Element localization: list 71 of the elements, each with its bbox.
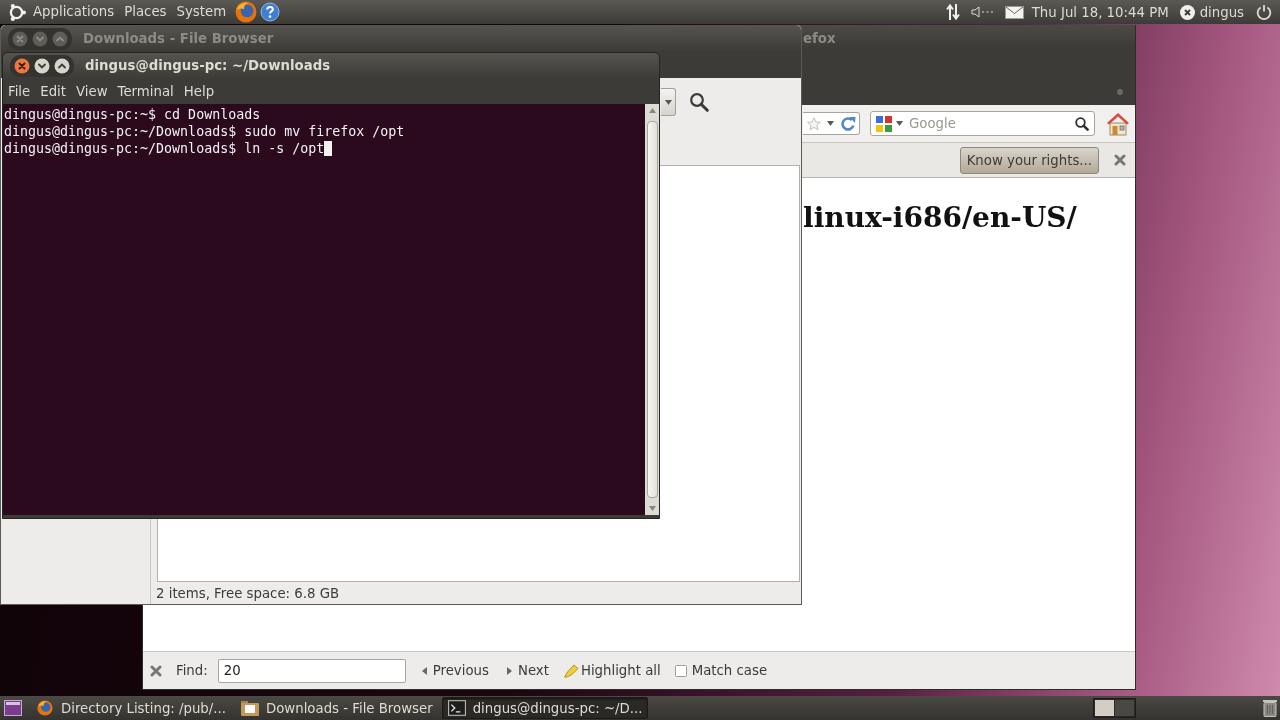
firefox-icon [36, 700, 54, 716]
workspace-tile[interactable] [1115, 700, 1134, 716]
search-icon[interactable] [689, 92, 709, 112]
user-name[interactable]: dingus [1199, 4, 1244, 20]
grip-dot-icon [1117, 89, 1123, 95]
checkbox-label[interactable]: Match case [691, 663, 768, 678]
know-your-rights-button[interactable]: Know your rights... [959, 146, 1099, 174]
match-case-checkbox[interactable] [674, 664, 687, 677]
clock[interactable]: Thu Jul 18, 10:44 PM [1031, 4, 1169, 20]
minimize-button[interactable] [34, 58, 50, 74]
scrollbar-thumb[interactable] [646, 121, 658, 498]
window-title: Downloads - File Browser [83, 30, 274, 47]
show-desktop-icon[interactable] [4, 700, 22, 716]
right-triangle-icon [506, 666, 512, 675]
left-triangle-icon [421, 666, 427, 675]
help-icon[interactable] [260, 2, 281, 22]
terminal-line: dingus@dingus-pc:~$ cd Downloads [4, 106, 261, 123]
terminal-line: dingus@dingus-pc:~/Downloads$ sudo mv firefox /opt [4, 123, 405, 140]
next-button[interactable]: Next [504, 658, 551, 683]
ubuntu-logo-icon[interactable] [7, 2, 26, 22]
reload-icon[interactable] [840, 115, 856, 132]
caret-icon[interactable] [827, 121, 834, 126]
page-heading: linux-i686/en-US/ [803, 200, 1078, 236]
workspace-tile[interactable] [1095, 700, 1114, 716]
panel-menu[interactable]: Places [119, 1, 172, 23]
scrollbar[interactable] [645, 104, 659, 515]
power-icon[interactable] [1256, 4, 1272, 20]
home-icon[interactable] [1106, 111, 1130, 136]
close-button[interactable] [12, 30, 28, 47]
taskbar-button[interactable]: dingus@dingus-pc: ~/D... [441, 697, 649, 719]
close-button[interactable] [14, 58, 30, 74]
highlighter-icon [562, 663, 579, 678]
scroll-up-arrow-icon[interactable] [648, 108, 656, 113]
caret-icon[interactable] [896, 121, 903, 126]
status-text: 2 items, Free space: 6.8 GB [156, 585, 340, 601]
dropdown-button[interactable] [661, 88, 676, 116]
previous-button[interactable]: Previous [419, 658, 491, 683]
taskbar-button[interactable]: Downloads - File Browser [235, 697, 439, 719]
user-icon[interactable] [1179, 4, 1195, 20]
find-field[interactable]: 20 [217, 658, 406, 683]
taskbar-button[interactable]: Directory Listing: /pub/... [30, 697, 232, 719]
mail-icon[interactable] [1004, 5, 1024, 19]
terminal-line: dingus@dingus-pc:~/Downloads$ ln -s /opt [4, 140, 325, 157]
scroll-down-arrow-icon[interactable] [648, 506, 656, 511]
close-icon[interactable] [1114, 154, 1126, 166]
menu-item[interactable]: Edit [35, 84, 71, 99]
panel-menu[interactable]: System [171, 1, 232, 23]
close-icon[interactable] [150, 664, 162, 677]
address-field[interactable] [803, 112, 860, 135]
folder-icon [241, 700, 259, 716]
network-icon[interactable] [945, 3, 960, 21]
window-title: efox [803, 31, 836, 46]
maximize-button[interactable] [54, 58, 70, 74]
search-engine-icon[interactable] [876, 115, 892, 132]
star-icon[interactable] [807, 116, 821, 131]
menu-item[interactable]: Terminal [112, 84, 179, 99]
trash-icon[interactable] [1263, 699, 1277, 717]
highlight-all-button[interactable]: Highlight all [560, 658, 663, 683]
find-label: Find: [176, 663, 208, 678]
volume-icon[interactable] [970, 6, 995, 18]
menu-item[interactable]: File [3, 84, 36, 99]
menu-item[interactable]: Help [178, 84, 220, 99]
maximize-button[interactable] [52, 30, 68, 47]
minimize-button[interactable] [32, 30, 48, 47]
terminal-icon [447, 700, 466, 716]
firefox-icon[interactable] [235, 1, 258, 23]
search-icon[interactable] [1075, 116, 1089, 131]
window-title: dingus@dingus-pc: ~/Downloads [85, 58, 331, 74]
text-cursor [324, 141, 333, 156]
panel-menu[interactable]: Applications [28, 1, 120, 23]
menu-item[interactable]: View [71, 84, 113, 99]
